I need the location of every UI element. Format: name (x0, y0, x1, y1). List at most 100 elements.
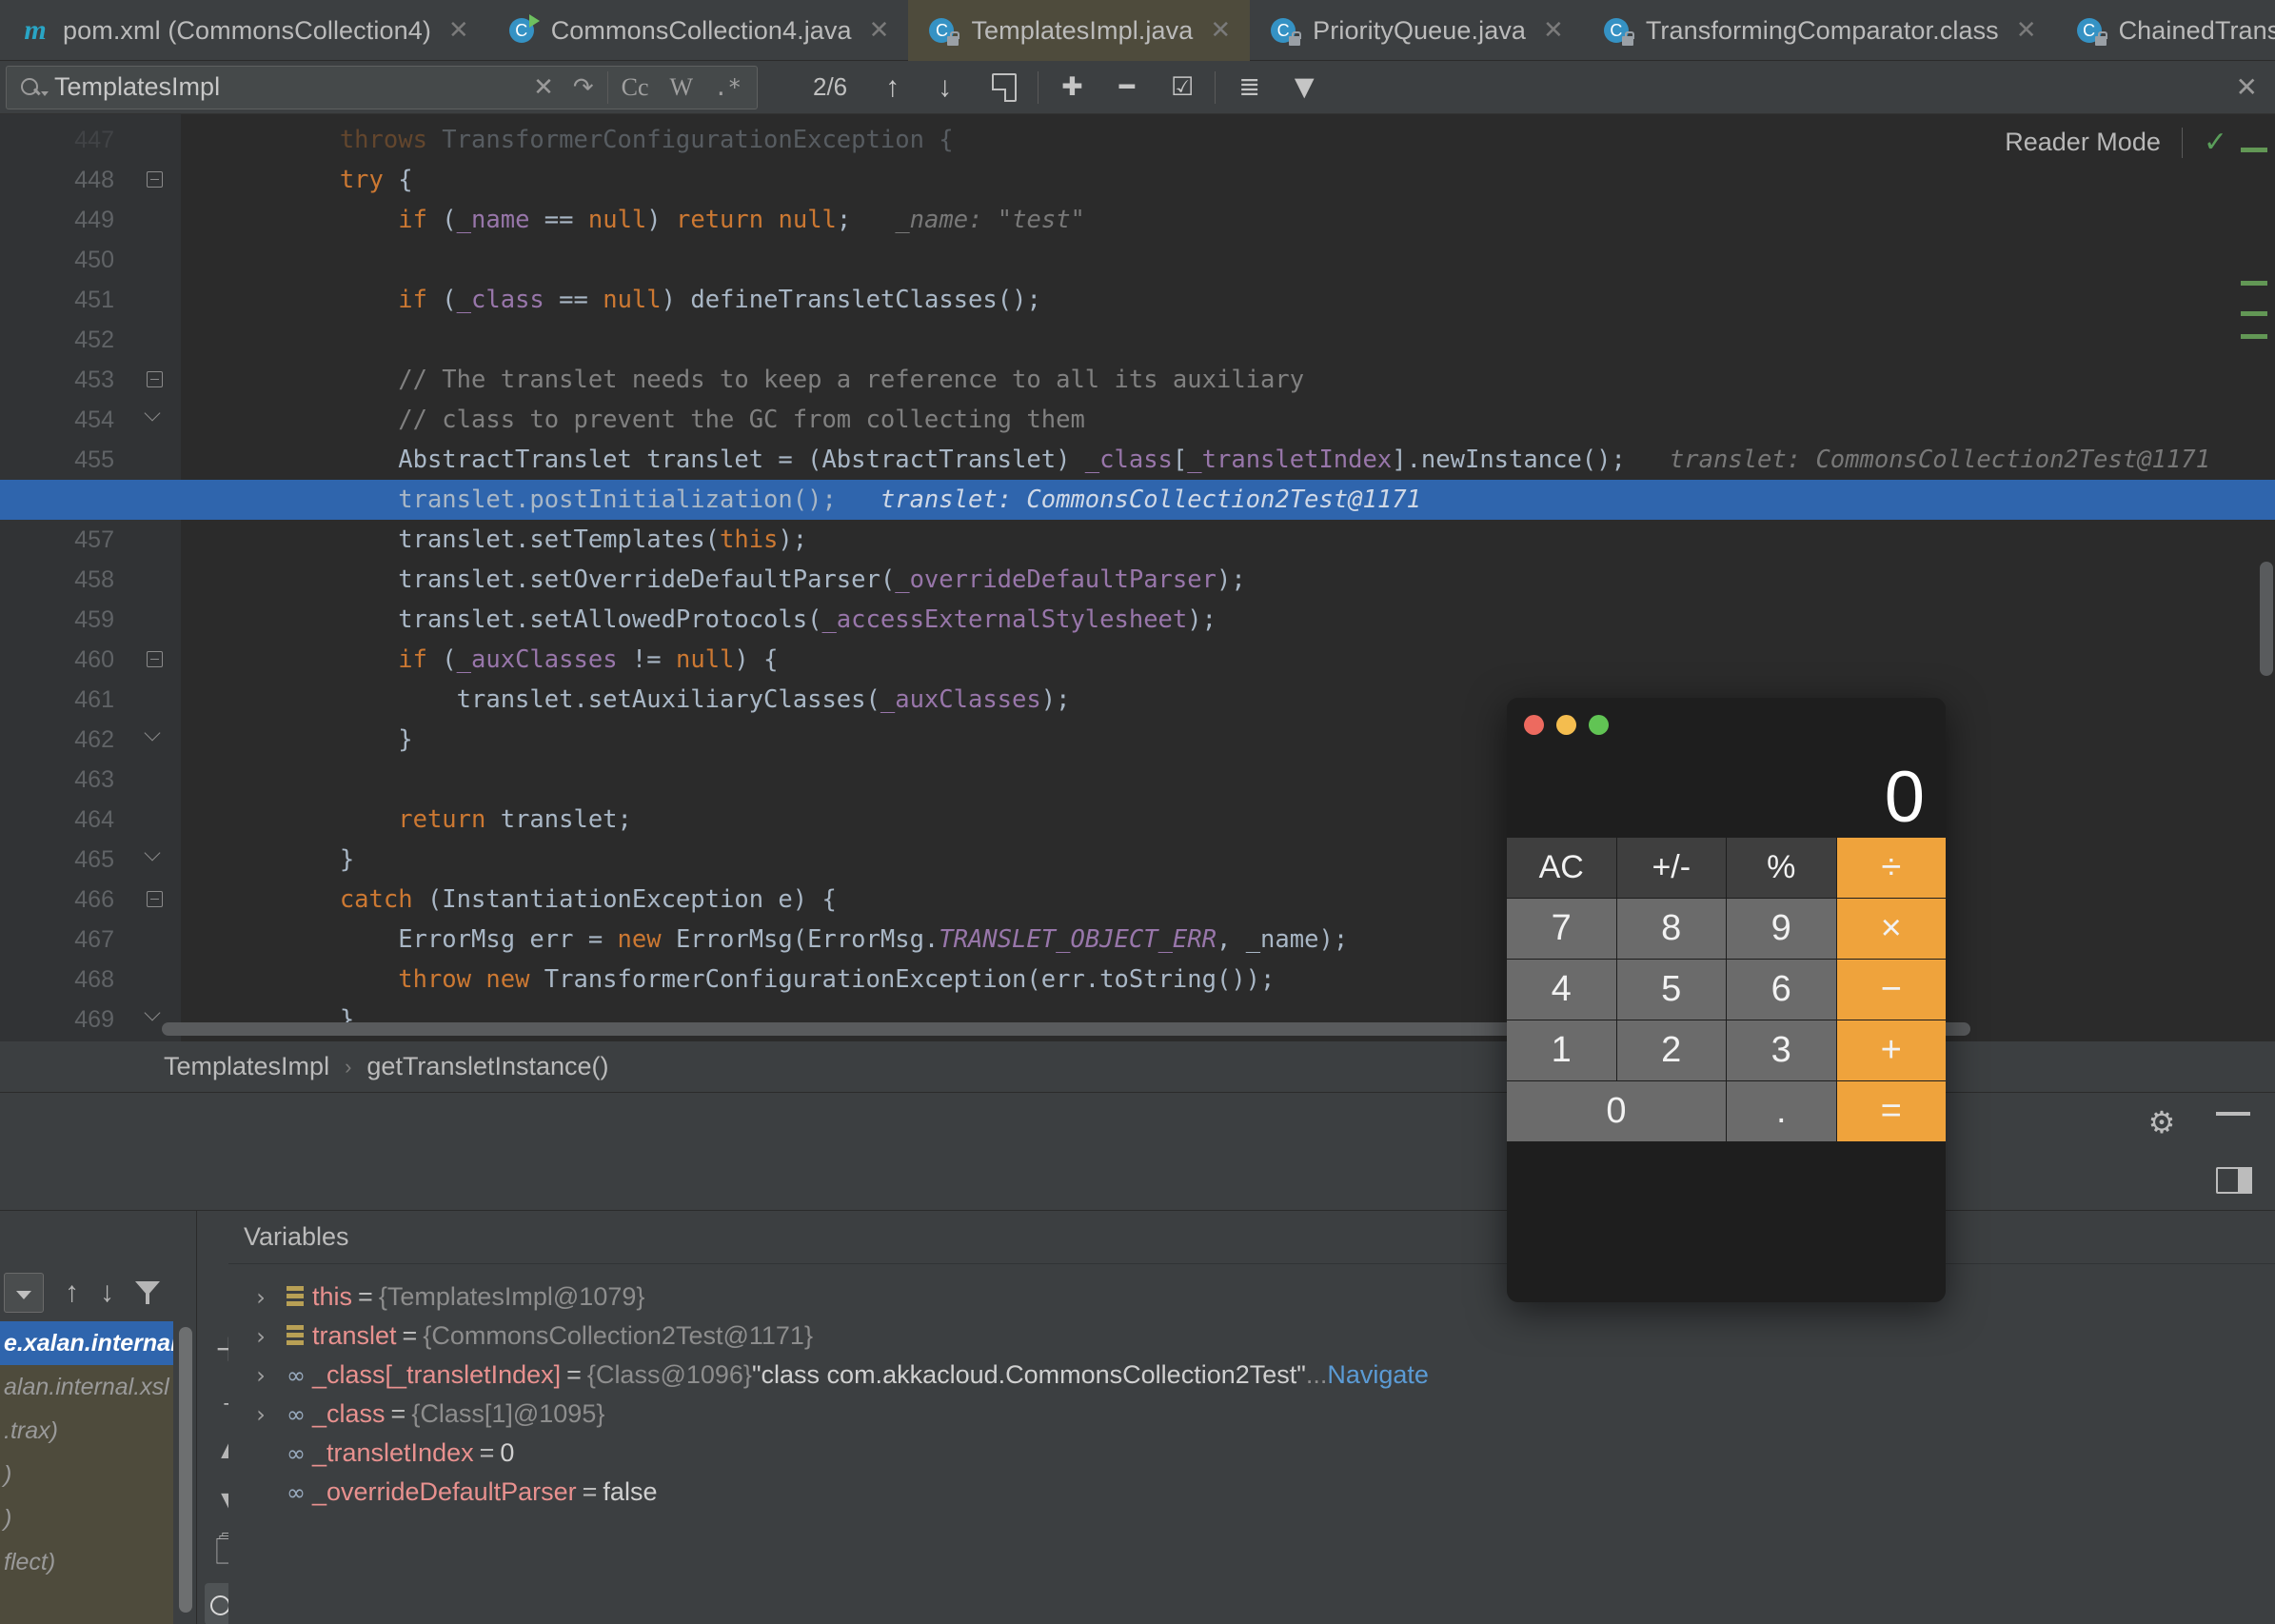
calculator-key-4[interactable]: 4 (1507, 960, 1616, 1020)
calculator-key-AC[interactable]: AC (1507, 838, 1616, 898)
editor-vertical-scrollbar[interactable] (2260, 562, 2273, 676)
editor-tab[interactable]: m pom.xml (CommonsCollection4) ✕ (0, 0, 488, 61)
stack-frame-row[interactable] (0, 1584, 173, 1624)
code-line[interactable]: 461 translet.setAuxiliaryClasses(_auxCla… (74, 680, 2275, 720)
close-icon[interactable]: ✕ (1210, 18, 1231, 43)
editor-tab[interactable]: PriorityQueue.java ✕ (1250, 0, 1583, 61)
whole-words-toggle[interactable]: W (670, 73, 694, 102)
breadcrumb-item[interactable]: getTransletInstance() (366, 1052, 608, 1081)
calculator-key-8[interactable]: 8 (1616, 899, 1726, 959)
fold-marker-icon[interactable] (147, 651, 163, 667)
code-content[interactable]: 447 throws TransformerConfigurationExcep… (74, 120, 2275, 1041)
calculator-key-[interactable]: ÷ (1836, 838, 1946, 898)
chevron-right-icon[interactable]: › (244, 1284, 278, 1311)
find-input[interactable]: TemplatesImpl ✕ ↷ Cc W .* (6, 65, 758, 109)
calculator-key-7[interactable]: 7 (1507, 899, 1616, 959)
variable-row[interactable]: › ∞ _class = {Class[1]@1095} (228, 1395, 2275, 1434)
navigate-link[interactable]: Navigate (1327, 1360, 1429, 1390)
close-icon[interactable]: ✕ (869, 18, 890, 43)
code-line[interactable]: 465 } (74, 840, 2275, 880)
close-icon[interactable]: ✕ (448, 18, 469, 43)
code-line[interactable]: 457 translet.setTemplates(this); (74, 520, 2275, 560)
frames-list[interactable]: e.xalan.internal. alan.internal.xsl .trax)… (0, 1321, 173, 1624)
code-line[interactable]: 451 if (_class == null) defineTransletCl… (74, 280, 2275, 320)
frame-up-button[interactable]: ↑ (65, 1277, 79, 1309)
code-line[interactable]: 452 (74, 320, 2275, 360)
select-all-occurrences-icon[interactable]: ☑ (1171, 72, 1194, 102)
code-line[interactable]: 466 catch (InstantiationException e) { (74, 880, 2275, 920)
open-in-find-window-icon[interactable] (992, 72, 1018, 102)
code-line[interactable]: 462 } (74, 720, 2275, 760)
find-next-button[interactable]: ↓ (938, 71, 952, 104)
frames-scrollbar[interactable] (179, 1327, 192, 1613)
stack-frame-row[interactable]: ) (0, 1496, 173, 1540)
code-line[interactable]: 459 translet.setAllowedProtocols(_access… (74, 600, 2275, 640)
code-line[interactable]: 467 ErrorMsg err = new ErrorMsg(ErrorMsg… (74, 920, 2275, 960)
close-find-button[interactable]: ✕ (2236, 71, 2258, 103)
editor-tab[interactable]: CommonsCollection4.java ✕ (488, 0, 909, 61)
stack-frame-row[interactable]: e.xalan.internal. (0, 1321, 173, 1365)
variables-list[interactable]: › this = {TemplatesImpl@1079} › translet = {Com… (228, 1264, 2275, 1512)
fold-marker-icon[interactable] (147, 891, 163, 907)
calculator-key-5[interactable]: 5 (1616, 960, 1726, 1020)
close-icon[interactable]: ✕ (1543, 18, 1564, 43)
stack-frame-row[interactable]: alan.internal.xsl (0, 1365, 173, 1409)
stack-frame-row[interactable]: .trax) (0, 1409, 173, 1453)
code-line[interactable]: 458 translet.setOverrideDefaultParser(_o… (74, 560, 2275, 600)
editor-tab[interactable]: TemplatesImpl.java ✕ (908, 0, 1251, 61)
sort-icon[interactable]: ≣ (1238, 72, 1260, 102)
fold-marker-icon[interactable] (147, 371, 163, 387)
calculator-key-9[interactable]: 9 (1727, 899, 1836, 959)
close-light-icon[interactable] (1524, 715, 1544, 735)
match-case-toggle[interactable]: Cc (622, 73, 649, 102)
calculator-key-2[interactable]: 2 (1616, 1020, 1726, 1080)
calculator-window[interactable]: 0 AC +/-% ÷ 7 8 9 × 4 5 6− 1 2 3 +0. = (1507, 698, 1946, 1302)
code-line[interactable]: 453 // The translet needs to keep a refe… (74, 360, 2275, 400)
code-line[interactable]: 463 (74, 760, 2275, 800)
code-line[interactable]: 448 try { (74, 160, 2275, 200)
calculator-key-3[interactable]: 3 (1727, 1020, 1836, 1080)
chevron-right-icon[interactable]: › (244, 1323, 278, 1350)
find-previous-button[interactable]: ↑ (885, 71, 900, 104)
variable-row[interactable]: ›∞_transletIndex=0 (228, 1434, 2275, 1473)
minimize-icon[interactable] (2216, 1112, 2250, 1116)
code-line[interactable]: 460 if (_auxClasses != null) { (74, 640, 2275, 680)
breadcrumb-item[interactable]: TemplatesImpl (164, 1052, 329, 1081)
stack-frame-row[interactable]: flect) (0, 1540, 173, 1584)
code-line[interactable]: 450 (74, 240, 2275, 280)
variable-row[interactable]: › ∞ _class[_transletIndex] = {Class@1096} "c… (228, 1356, 2275, 1395)
stack-frame-row[interactable]: ) (0, 1453, 173, 1496)
minimize-light-icon[interactable] (1556, 715, 1576, 735)
calculator-key-[interactable]: . (1727, 1081, 1836, 1141)
calculator-key-[interactable]: % (1727, 838, 1836, 898)
checkmark-icon[interactable]: ✓ (2204, 126, 2227, 159)
calculator-key-[interactable]: + (1836, 1020, 1946, 1080)
loop-icon[interactable]: ↷ (573, 72, 594, 102)
code-line[interactable]: 454 // class to prevent the GC from coll… (74, 400, 2275, 440)
chevron-right-icon[interactable]: › (244, 1401, 278, 1428)
editor-tab[interactable]: TransformingComparator.class ✕ (1583, 0, 2056, 61)
code-line[interactable]: 464 return translet; (74, 800, 2275, 840)
regex-toggle[interactable]: .* (714, 74, 742, 101)
frame-down-button[interactable]: ↓ (100, 1277, 114, 1309)
add-selection-icon[interactable]: ✚ (1061, 72, 1083, 102)
variable-row[interactable]: › translet = {CommonsCollection2Test@1171} (228, 1317, 2275, 1356)
fold-marker-icon[interactable] (147, 171, 163, 188)
calculator-key-[interactable]: × (1836, 899, 1946, 959)
clear-search-icon[interactable]: ✕ (533, 73, 554, 102)
code-line[interactable]: 449 if (_name == null) return null; _nam… (74, 200, 2275, 240)
calculator-key-[interactable]: − (1836, 960, 1946, 1020)
calculator-key-1[interactable]: 1 (1507, 1020, 1616, 1080)
calculator-key-[interactable]: +/- (1616, 838, 1726, 898)
code-line[interactable]: 468 throw new TransformerConfigurationEx… (74, 960, 2275, 1000)
layout-icon[interactable] (2216, 1167, 2252, 1194)
variable-row[interactable]: ›∞_overrideDefaultParser=false (228, 1473, 2275, 1512)
gear-icon[interactable]: ⚙ (2146, 1106, 2178, 1139)
calculator-key-0[interactable]: 0 (1507, 1081, 1726, 1141)
remove-selection-icon[interactable]: ━ (1119, 72, 1135, 102)
variable-row[interactable]: › this = {TemplatesImpl@1079} (228, 1277, 2275, 1317)
code-line[interactable]: 447 throws TransformerConfigurationExcep… (74, 120, 2275, 160)
code-line[interactable]: 455 AbstractTranslet translet = (Abstrac… (74, 440, 2275, 480)
chevron-right-icon[interactable]: › (244, 1362, 278, 1389)
zoom-light-icon[interactable] (1589, 715, 1609, 735)
